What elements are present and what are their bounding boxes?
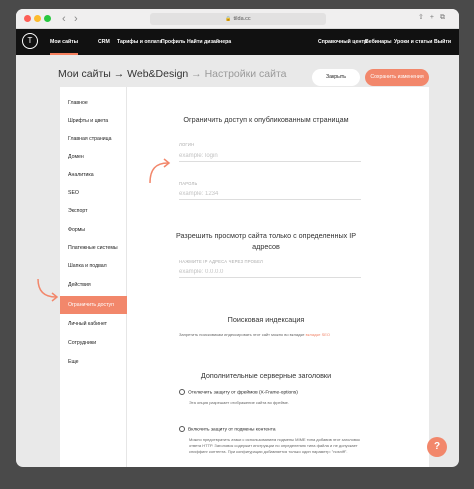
sidebar-item-actions[interactable]: Действия [60,276,127,294]
indexing-section-title: Поисковая индексация [227,315,305,324]
browser-toolbar: ‹ › 🔒 tilda.cc ⇧+⧉ [16,9,459,29]
breadcrumb-project[interactable]: Web&Design [127,68,188,80]
nav-find-designer[interactable]: Найти дизайнера [187,29,231,55]
nosniff-radio[interactable] [179,426,185,432]
seo-tab-link[interactable]: вкладке SEO [306,332,330,337]
frame-protection-note: Эта опция разрешает отображение сайта во… [189,400,289,405]
sidebar-item-fonts[interactable]: Шрифты и цвета [60,112,127,130]
tilda-logo[interactable]: T [22,33,38,49]
nav-my-sites[interactable]: Мои сайты [50,29,79,55]
minimize-window-button[interactable] [34,15,41,22]
sidebar-item-staff[interactable]: Сотрудники [60,334,127,352]
lock-icon: 🔒 [225,16,232,22]
nav-pricing[interactable]: Тарифы и оплата [117,29,162,55]
sidebar-item-account[interactable]: Личный кабинет [60,315,127,333]
nav-profile[interactable]: Профиль [161,29,185,55]
breadcrumb: Мои сайты → Web&Design → Настройки сайта [58,68,287,80]
sidebar-item-seo[interactable]: SEO [60,184,127,202]
close-window-button[interactable] [24,15,31,22]
restrict-section-title: Ограничить доступ к опубликованным стран… [183,115,349,124]
settings-sidebar: Главное Шрифты и цвета Главная страница … [60,87,127,467]
nosniff-note: Можно предотвратить атаки с использовани… [189,437,360,454]
sidebar-item-main[interactable]: Главное [60,94,127,112]
sidebar-item-analytics[interactable]: Аналитика [60,166,127,184]
password-input[interactable] [179,188,361,200]
plus-icon[interactable]: + [430,14,440,21]
share-icon[interactable]: ⇧ [418,14,430,21]
login-label: ЛОГИН [179,142,195,147]
breadcrumb-my-sites[interactable]: Мои сайты [58,68,111,80]
ip-label: НАЖМИТЕ IP АДРЕСА ЧЕРЕЗ ПРОБЕЛ [179,259,264,264]
close-button[interactable]: Закрыть [312,69,360,86]
login-input[interactable] [179,150,361,162]
hint-arrow-icon [37,278,59,302]
nav-logout[interactable]: Выйти [434,29,451,55]
hint-arrow-icon [149,158,171,184]
ip-input[interactable] [179,266,361,278]
nav-crm[interactable]: CRM [98,29,110,55]
nav-webinars[interactable]: Вебинары [365,29,392,55]
help-button[interactable]: ? [427,437,447,457]
chevron-left-icon[interactable]: ‹ [62,12,66,26]
nav-lessons[interactable]: Уроки и статьи [394,29,432,55]
tabs-icon[interactable]: ⧉ [440,14,451,21]
password-label: ПАРОЛЬ [179,181,198,186]
indexing-note: Запретить поисковикам индексировать этот… [179,332,331,337]
option-disable-frame-protection[interactable]: Отключить защиту от фреймов (X-Frame-opt… [179,389,298,397]
settings-panel: Ограничить доступ к опубликованным стран… [127,87,429,467]
frame-protection-radio[interactable] [179,389,185,395]
sidebar-item-export[interactable]: Экспорт [60,202,127,220]
browser-window: ‹ › 🔒 tilda.cc ⇧+⧉ T Мои сайты CRM Тарифы… [16,9,459,467]
maximize-window-button[interactable] [44,15,51,22]
headers-section-title: Дополнительные серверные заголовки [200,371,332,380]
url-text: tilda.cc [233,16,251,22]
sidebar-item-homepage[interactable]: Главная страница [60,130,127,148]
option-content-sniff-protection[interactable]: Включить защиту от подмены контента [179,426,276,434]
save-button[interactable]: Сохранить изменения [365,69,429,86]
ip-section-title: Разрешить просмотр сайта только с опреде… [175,231,357,251]
sidebar-item-domain[interactable]: Домен [60,148,127,166]
sidebar-item-payments[interactable]: Платежные системы [60,239,127,257]
address-bar[interactable]: 🔒 tilda.cc [150,13,326,25]
sidebar-item-more[interactable]: Еще [60,353,127,371]
browser-actions: ⇧+⧉ [418,13,451,22]
nav-help-center[interactable]: Справочный центр [318,29,367,55]
chevron-right-icon[interactable]: › [74,12,78,26]
sidebar-item-forms[interactable]: Формы [60,221,127,239]
breadcrumb-current: Настройки сайта [204,68,287,80]
sidebar-item-restrict-access[interactable]: Ограничить доступ [60,296,127,314]
app-header: T Мои сайты CRM Тарифы и оплата Профиль … [16,29,459,55]
sidebar-item-header-footer[interactable]: Шапка и подвал [60,257,127,275]
